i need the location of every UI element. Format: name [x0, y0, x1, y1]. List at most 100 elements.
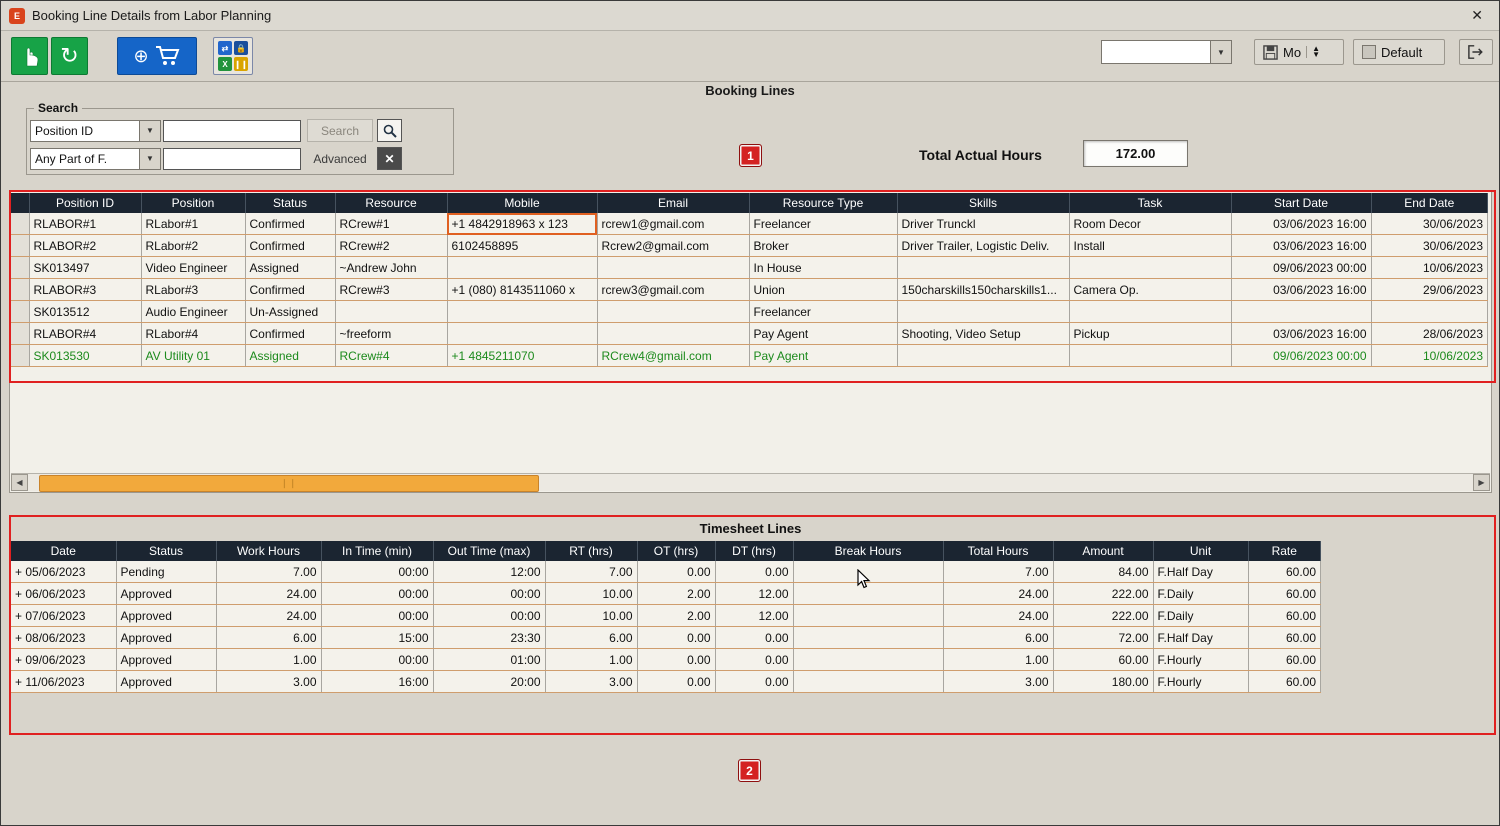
table-cell[interactable]: F.Hourly — [1153, 649, 1248, 671]
table-cell[interactable]: 03/06/2023 16:00 — [1231, 323, 1371, 345]
table-cell[interactable]: 23:30 — [433, 627, 545, 649]
table-cell[interactable]: Video Engineer — [141, 257, 245, 279]
search-input-2[interactable] — [163, 148, 301, 170]
table-cell[interactable]: 7.00 — [216, 561, 321, 583]
table-cell[interactable]: 3.00 — [216, 671, 321, 693]
table-cell[interactable]: Driver Trunckl — [897, 213, 1069, 235]
table-cell[interactable] — [1069, 345, 1231, 367]
scroll-right-icon[interactable]: ▶ — [1473, 474, 1490, 491]
table-cell[interactable]: Freelancer — [749, 213, 897, 235]
table-cell[interactable]: 6.00 — [216, 627, 321, 649]
table-cell[interactable]: 16:00 — [321, 671, 433, 693]
table-cell[interactable]: F.Daily — [1153, 583, 1248, 605]
table-cell[interactable]: ~freeform — [335, 323, 447, 345]
row-selector[interactable] — [11, 235, 29, 257]
table-cell[interactable]: 0.00 — [637, 671, 715, 693]
column-header[interactable]: OT (hrs) — [637, 541, 715, 561]
table-cell[interactable]: + 07/06/2023 — [11, 605, 116, 627]
table-cell[interactable]: 24.00 — [216, 583, 321, 605]
column-header[interactable]: Date — [11, 541, 116, 561]
table-cell[interactable] — [1069, 257, 1231, 279]
column-header[interactable]: Total Hours — [943, 541, 1053, 561]
table-cell[interactable]: 00:00 — [321, 583, 433, 605]
table-cell[interactable]: Assigned — [245, 257, 335, 279]
table-cell[interactable]: +1 4842918963 x 123 — [447, 213, 597, 235]
table-row[interactable]: RLABOR#4RLabor#4Confirmed~freeformPay Ag… — [11, 323, 1488, 345]
table-cell[interactable]: + 05/06/2023 — [11, 561, 116, 583]
table-cell[interactable]: 20:00 — [433, 671, 545, 693]
table-cell[interactable] — [793, 671, 943, 693]
table-cell[interactable]: SK013530 — [29, 345, 141, 367]
table-cell[interactable]: 03/06/2023 16:00 — [1231, 279, 1371, 301]
table-cell[interactable]: 2.00 — [637, 605, 715, 627]
table-row[interactable]: RLABOR#2RLabor#2ConfirmedRCrew#261024588… — [11, 235, 1488, 257]
column-header[interactable]: In Time (min) — [321, 541, 433, 561]
table-cell[interactable]: 60.00 — [1248, 605, 1321, 627]
table-cell[interactable]: Un-Assigned — [245, 301, 335, 323]
table-cell[interactable]: 222.00 — [1053, 605, 1153, 627]
refresh-button[interactable]: ↻ — [51, 37, 88, 75]
table-cell[interactable]: 03/06/2023 16:00 — [1231, 235, 1371, 257]
column-header[interactable]: Status — [245, 193, 335, 213]
table-cell[interactable] — [793, 561, 943, 583]
table-cell[interactable]: Approved — [116, 649, 216, 671]
table-cell[interactable]: Pay Agent — [749, 323, 897, 345]
column-header[interactable]: Skills — [897, 193, 1069, 213]
table-cell[interactable]: rcrew3@gmail.com — [597, 279, 749, 301]
column-header[interactable]: RT (hrs) — [545, 541, 637, 561]
table-cell[interactable]: Union — [749, 279, 897, 301]
table-cell[interactable]: Audio Engineer — [141, 301, 245, 323]
column-header[interactable]: Break Hours — [793, 541, 943, 561]
search-match-dropdown[interactable]: Any Part of F. ▼ — [30, 148, 161, 170]
table-cell[interactable]: RLabor#2 — [141, 235, 245, 257]
row-selector[interactable] — [11, 323, 29, 345]
table-cell[interactable]: RCrew4@gmail.com — [597, 345, 749, 367]
table-cell[interactable]: 1.00 — [545, 649, 637, 671]
table-cell[interactable]: Pending — [116, 561, 216, 583]
row-selector[interactable] — [11, 279, 29, 301]
table-cell[interactable]: RCrew#2 — [335, 235, 447, 257]
table-cell[interactable]: AV Utility 01 — [141, 345, 245, 367]
table-row[interactable]: RLABOR#1RLabor#1ConfirmedRCrew#1+1 48429… — [11, 213, 1488, 235]
column-header[interactable]: Resource Type — [749, 193, 897, 213]
table-cell[interactable]: 180.00 — [1053, 671, 1153, 693]
table-cell[interactable]: 12.00 — [715, 605, 793, 627]
table-cell[interactable]: Broker — [749, 235, 897, 257]
table-cell[interactable]: 00:00 — [321, 561, 433, 583]
table-cell[interactable]: 6.00 — [943, 627, 1053, 649]
spinner-arrows-icon[interactable]: ▲▼ — [1306, 46, 1320, 59]
column-header[interactable]: Status — [116, 541, 216, 561]
table-cell[interactable]: 10/06/2023 — [1371, 345, 1488, 367]
table-row[interactable]: SK013497Video EngineerAssigned~Andrew Jo… — [11, 257, 1488, 279]
booking-horizontal-scrollbar[interactable]: ◀ ❘❘ ▶ — [11, 473, 1490, 491]
close-icon[interactable]: ✕ — [1463, 7, 1491, 24]
table-cell[interactable]: 0.00 — [715, 627, 793, 649]
table-cell[interactable]: 6.00 — [545, 627, 637, 649]
table-cell[interactable]: 12.00 — [715, 583, 793, 605]
table-cell[interactable]: 3.00 — [943, 671, 1053, 693]
table-cell[interactable]: 0.00 — [637, 649, 715, 671]
chevron-down-icon[interactable]: ▼ — [1210, 41, 1231, 63]
table-cell[interactable]: SK013497 — [29, 257, 141, 279]
table-cell[interactable] — [597, 301, 749, 323]
select-hand-tool-button[interactable] — [11, 37, 48, 75]
table-cell[interactable] — [447, 301, 597, 323]
column-header[interactable]: Unit — [1153, 541, 1248, 561]
table-cell[interactable]: F.Half Day — [1153, 561, 1248, 583]
table-cell[interactable]: 222.00 — [1053, 583, 1153, 605]
clear-search-button[interactable]: ✕ — [377, 147, 402, 170]
table-cell[interactable]: 60.00 — [1248, 671, 1321, 693]
table-cell[interactable]: Shooting, Video Setup — [897, 323, 1069, 345]
table-cell[interactable]: + 06/06/2023 — [11, 583, 116, 605]
table-cell[interactable]: 60.00 — [1248, 649, 1321, 671]
table-cell[interactable]: 150charskills150charskills1... — [897, 279, 1069, 301]
table-row[interactable]: + 08/06/2023Approved6.0015:0023:306.000.… — [11, 627, 1321, 649]
table-cell[interactable]: 1.00 — [216, 649, 321, 671]
table-row[interactable]: + 11/06/2023Approved3.0016:0020:003.000.… — [11, 671, 1321, 693]
table-cell[interactable]: 7.00 — [545, 561, 637, 583]
table-cell[interactable] — [597, 257, 749, 279]
table-cell[interactable]: 28/06/2023 — [1371, 323, 1488, 345]
table-cell[interactable]: 30/06/2023 — [1371, 213, 1488, 235]
table-cell[interactable]: Camera Op. — [1069, 279, 1231, 301]
table-cell[interactable]: F.Daily — [1153, 605, 1248, 627]
